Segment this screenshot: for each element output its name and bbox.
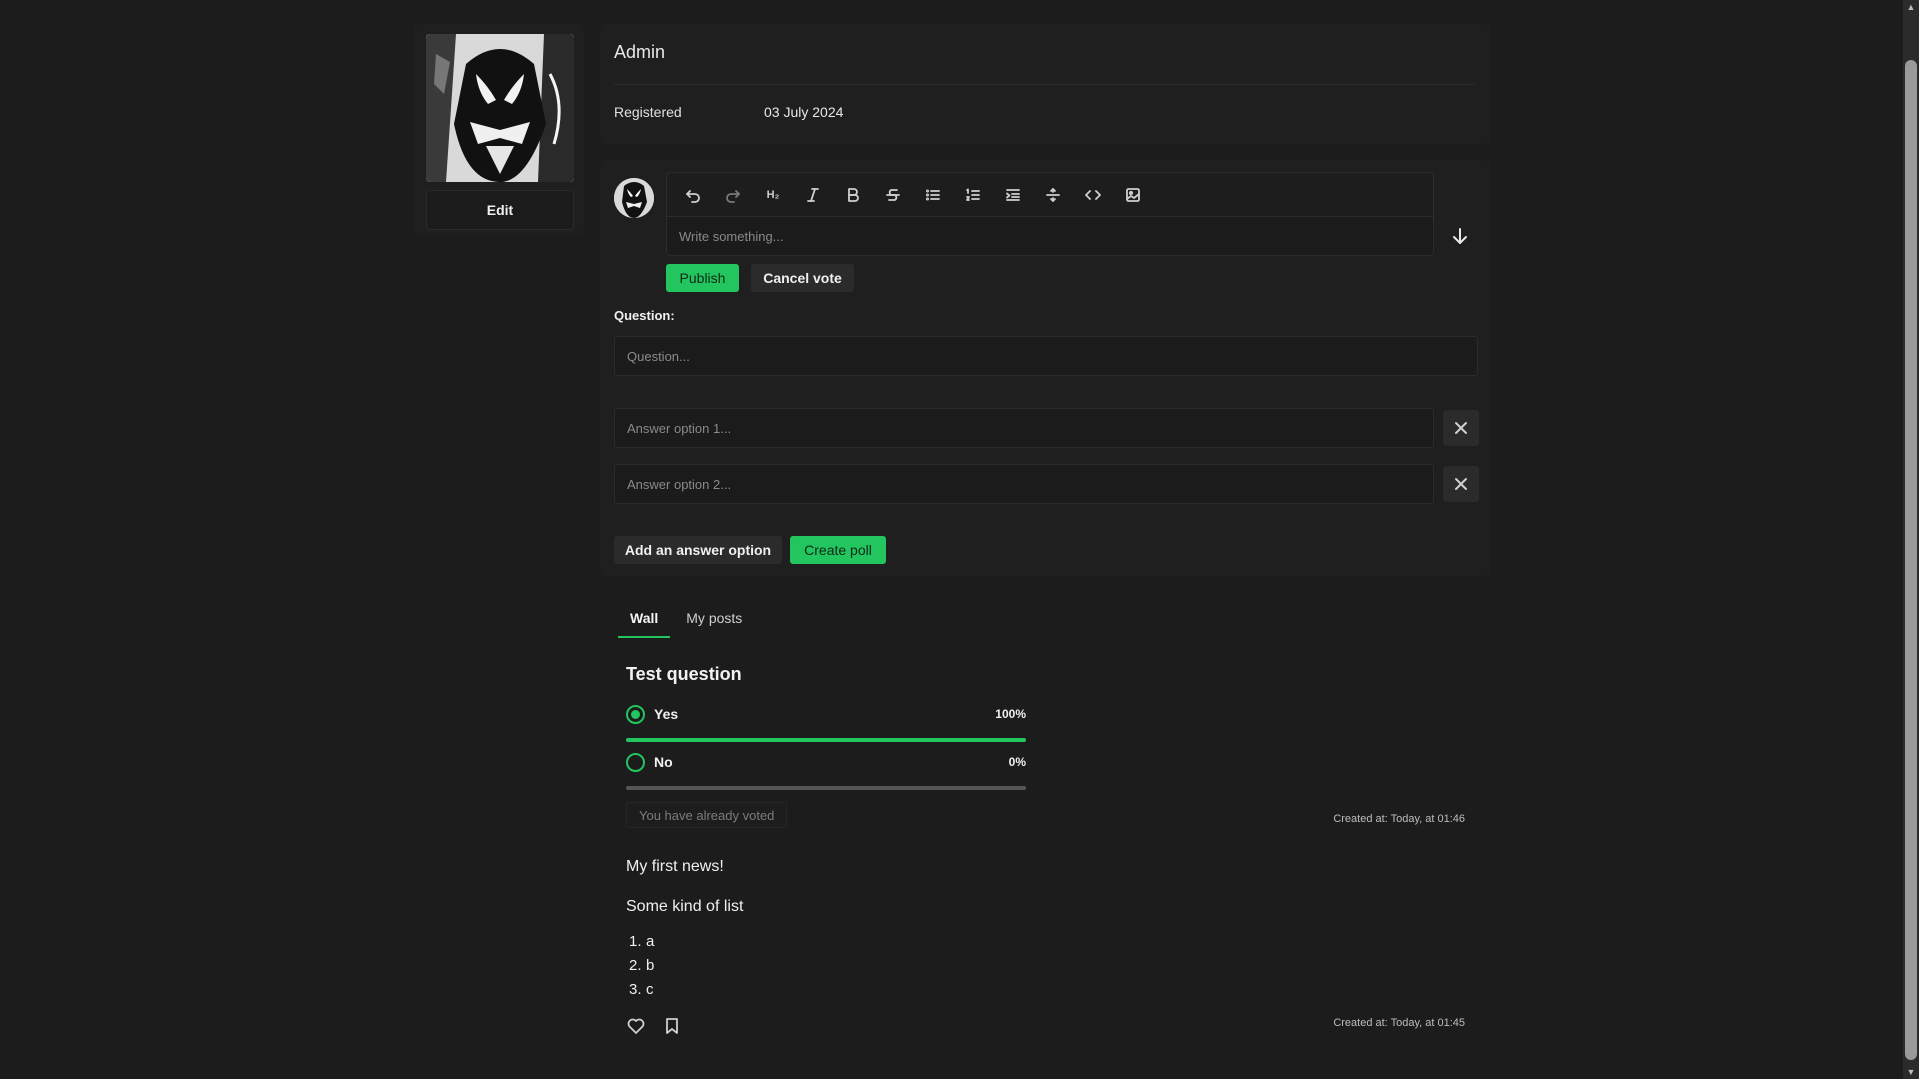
profile-header: Admin Registered 03 July 2024: [600, 24, 1490, 144]
news-list: 1. a 2. b 3. c: [629, 930, 654, 1002]
poll-created-at: Created at: Today, at 01:46: [1333, 813, 1465, 825]
bullet-list-icon[interactable]: [921, 183, 945, 207]
list-item: 2. b: [629, 957, 655, 974]
list-item: 3. c: [629, 981, 654, 998]
composer-card: H₂ Publish Cancel vote: [600, 160, 1490, 576]
answer-option-1-input[interactable]: [614, 408, 1434, 448]
strikethrough-icon[interactable]: [881, 183, 905, 207]
editor-toolbar: H₂: [666, 172, 1434, 216]
scroll-down-icon[interactable]: ▼: [1906, 1067, 1916, 1077]
poll-option-percent: 0%: [1008, 755, 1026, 769]
feed-tabs: Wall My posts: [618, 608, 754, 638]
poll-option-label: No: [654, 754, 673, 770]
answer-option-2-input[interactable]: [614, 464, 1434, 504]
poll-option-no[interactable]: No 0%: [626, 752, 1026, 790]
profile-card: Edit: [414, 24, 584, 236]
create-poll-button[interactable]: Create poll: [790, 536, 886, 564]
radio-button[interactable]: [626, 704, 645, 724]
heart-icon[interactable]: [626, 1016, 646, 1036]
publish-button[interactable]: Publish: [666, 264, 739, 292]
code-icon[interactable]: [1081, 183, 1105, 207]
profile-picture: [426, 34, 574, 182]
redo-icon[interactable]: [721, 183, 745, 207]
ordered-list-icon[interactable]: [961, 183, 985, 207]
bookmark-icon[interactable]: [662, 1016, 682, 1036]
avatar: [614, 178, 654, 218]
close-icon: [1455, 478, 1467, 490]
heading-icon[interactable]: H₂: [761, 183, 785, 207]
cancel-vote-button[interactable]: Cancel vote: [751, 264, 854, 292]
edit-button[interactable]: Edit: [426, 190, 574, 230]
username: Admin: [614, 42, 666, 62]
close-icon: [1455, 422, 1467, 434]
arrow-down-icon[interactable]: [1446, 222, 1474, 250]
remove-answer-2-button[interactable]: [1443, 466, 1479, 502]
avatar: [426, 34, 574, 182]
already-voted-badge: You have already voted: [626, 802, 788, 828]
scrollbar-thumb[interactable]: [1905, 60, 1917, 1060]
scrollbar[interactable]: ▲ ▼: [1903, 0, 1919, 1079]
question-input[interactable]: [614, 336, 1478, 376]
scroll-up-icon[interactable]: ▲: [1906, 2, 1916, 12]
italic-icon[interactable]: [801, 183, 825, 207]
poll-title: Test question: [626, 664, 742, 684]
post-editor-input[interactable]: [666, 216, 1434, 256]
poll-option-percent: 100%: [995, 707, 1026, 721]
news-subtitle: Some kind of list: [626, 898, 744, 915]
horizontal-rule-icon[interactable]: [1041, 183, 1065, 207]
poll-option-label: Yes: [654, 706, 679, 722]
indent-icon[interactable]: [1001, 183, 1025, 207]
poll-progress-bar: [626, 786, 1026, 790]
add-answer-option-button[interactable]: Add an answer option: [614, 536, 782, 564]
registered-date: 03 July 2024: [764, 104, 844, 120]
poll-option-yes[interactable]: Yes 100%: [626, 704, 1026, 742]
bold-icon[interactable]: [841, 183, 865, 207]
image-icon[interactable]: [1121, 183, 1145, 207]
question-label: Question:: [614, 308, 675, 323]
undo-icon[interactable]: [681, 183, 705, 207]
news-created-at: Created at: Today, at 01:45: [1333, 1017, 1465, 1029]
remove-answer-1-button[interactable]: [1443, 410, 1479, 446]
radio-button[interactable]: [626, 752, 645, 772]
profile-picture: [614, 178, 654, 218]
list-item: 1. a: [629, 933, 655, 950]
registered-label: Registered: [614, 104, 682, 120]
news-title: My first news!: [626, 858, 724, 875]
divider: [614, 84, 1476, 85]
tab-wall[interactable]: Wall: [618, 608, 671, 638]
poll-progress-bar: [626, 738, 1026, 742]
tab-my-posts[interactable]: My posts: [674, 608, 754, 638]
